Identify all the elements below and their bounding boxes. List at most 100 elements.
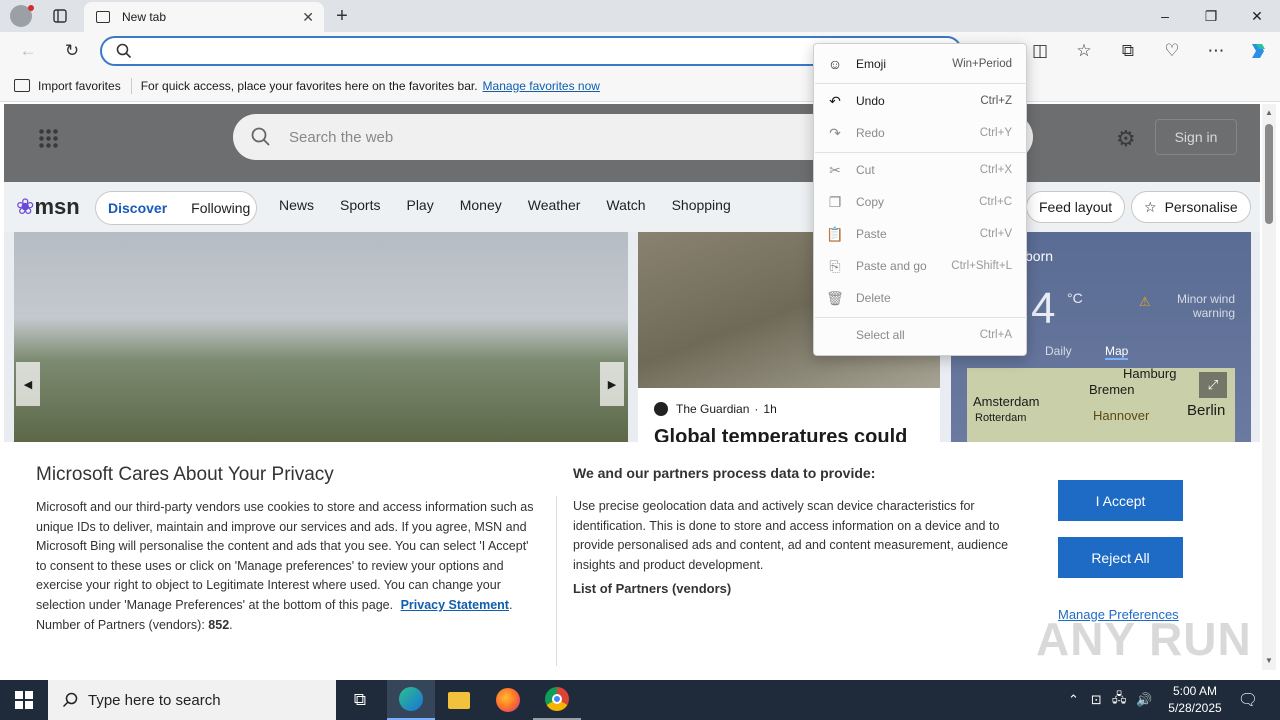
cut-icon: ✂: [829, 161, 841, 178]
copilot-button[interactable]: [1242, 35, 1274, 67]
notification-dot: [28, 5, 34, 11]
partners-count: 852: [208, 617, 230, 632]
menu-item-emoji[interactable]: ☺ Emoji Win+Period: [814, 49, 1026, 79]
menu-label: Delete: [856, 291, 891, 305]
firefox-icon[interactable]: [484, 680, 532, 720]
personalise-icon: ☆: [1144, 198, 1157, 215]
sign-in-button[interactable]: Sign in: [1155, 119, 1237, 155]
context-menu: ☺ Emoji Win+Period ↶ Undo Ctrl+Z ↷ Redo Ctrl+Y…: [813, 43, 1027, 356]
import-favorites-icon[interactable]: [14, 79, 30, 92]
privacy-statement-link[interactable]: Privacy Statement: [401, 598, 509, 612]
msn-header: Search the web ⚙ Sign in: [4, 104, 1260, 182]
privacy-title: Microsoft Cares About Your Privacy: [36, 464, 334, 485]
nav-money[interactable]: Money: [460, 197, 502, 213]
close-tab-icon[interactable]: ✕: [302, 9, 314, 26]
weather-map[interactable]: Hamburg Bremen Amsterdam Rotterdam Hanno…: [967, 366, 1235, 448]
menu-item-copy[interactable]: ❐ Copy Ctrl+C: [814, 187, 1026, 217]
list-of-partners-link[interactable]: List of Partners (vendors): [573, 579, 731, 599]
apps-grid-icon[interactable]: [38, 128, 58, 148]
source-dot: ·: [754, 402, 759, 416]
network-icon[interactable]: 🖧: [1112, 689, 1127, 711]
privacy-body-text: Microsoft and our third-party vendors us…: [36, 500, 534, 612]
manage-favorites-link[interactable]: Manage favorites now: [483, 79, 600, 93]
weather-location[interactable]: born: [1025, 248, 1053, 264]
system-tray: ⌃ ⊡ 🖧 🔊: [1068, 680, 1153, 720]
chrome-icon[interactable]: [533, 680, 581, 720]
refresh-button[interactable]: ↻: [56, 35, 88, 67]
tray-chevron-icon[interactable]: ⌃: [1068, 692, 1079, 708]
map-label-hannover: Hannover: [1093, 408, 1150, 423]
volume-icon[interactable]: 🔊: [1136, 692, 1152, 708]
menu-item-paste-and-go[interactable]: ⎘ Paste and go Ctrl+Shift+L: [814, 251, 1026, 281]
menu-label: Undo: [856, 94, 885, 108]
personalise-button[interactable]: ☆ Personalise: [1131, 191, 1251, 223]
partners-label: Number of Partners (vendors):: [36, 617, 205, 632]
new-tab-button[interactable]: +: [330, 4, 354, 28]
menu-label: Paste: [856, 227, 887, 241]
menu-item-redo[interactable]: ↷ Redo Ctrl+Y: [814, 118, 1026, 148]
carousel-prev-button[interactable]: ◀: [16, 362, 40, 406]
file-explorer-icon[interactable]: [435, 680, 483, 720]
menu-label: Redo: [856, 126, 885, 140]
page-settings-icon[interactable]: ⚙: [1116, 126, 1136, 152]
favorites-hint: For quick access, place your favorites h…: [140, 78, 478, 93]
menu-label: Select all: [856, 328, 905, 342]
nav-shopping[interactable]: Shopping: [672, 197, 731, 213]
restore-button[interactable]: ❐: [1188, 0, 1234, 32]
feed-layout-button[interactable]: Feed layout: [1026, 191, 1126, 223]
carousel-next-button[interactable]: ▶: [600, 362, 624, 406]
expand-map-icon[interactable]: ⤢: [1199, 372, 1227, 398]
nav-news[interactable]: News: [279, 197, 314, 213]
split-screen-button[interactable]: ◫: [1024, 35, 1056, 67]
task-view-icon[interactable]: ⧉: [336, 680, 384, 720]
nav-watch[interactable]: Watch: [606, 197, 645, 213]
period: .: [508, 597, 513, 612]
page-scrollbar[interactable]: ▲ ▼: [1262, 104, 1276, 670]
menu-item-cut[interactable]: ✂ Cut Ctrl+X: [814, 155, 1026, 185]
menu-item-delete[interactable]: 🗑 Delete: [814, 283, 1026, 313]
msn-logo[interactable]: ❀msn: [16, 194, 86, 220]
start-button[interactable]: [0, 680, 48, 720]
minimize-button[interactable]: –: [1142, 0, 1188, 32]
folder-icon: [448, 691, 470, 709]
hero-image-card[interactable]: ◀ ▶: [14, 232, 628, 447]
web-search-icon: [251, 127, 270, 146]
tab-daily[interactable]: Daily: [1045, 344, 1072, 358]
news-time: 1h: [763, 402, 777, 416]
menu-item-paste[interactable]: 📋 Paste Ctrl+V: [814, 219, 1026, 249]
reject-all-button[interactable]: Reject All: [1058, 537, 1183, 578]
browser-essentials-button[interactable]: ♡: [1156, 35, 1188, 67]
favorites-button[interactable]: ☆: [1068, 35, 1100, 67]
nav-play[interactable]: Play: [406, 197, 433, 213]
nav-sports[interactable]: Sports: [340, 197, 380, 213]
tab-following[interactable]: Following: [191, 200, 250, 216]
notification-center-icon[interactable]: 🗨: [1234, 680, 1262, 720]
taskbar-search-placeholder: Type here to search: [88, 691, 221, 709]
menu-shortcut: Ctrl+Shift+L: [951, 260, 1012, 272]
import-favorites-label[interactable]: Import favorites: [38, 79, 121, 93]
accept-button[interactable]: I Accept: [1058, 480, 1183, 521]
collections-button[interactable]: ⧉: [1112, 35, 1144, 67]
tab-new-tab[interactable]: New tab ✕: [84, 2, 324, 32]
settings-more-button[interactable]: ⋯: [1200, 35, 1232, 67]
menu-item-undo[interactable]: ↶ Undo Ctrl+Z: [814, 86, 1026, 116]
back-button[interactable]: ←: [12, 35, 44, 67]
tab-discover[interactable]: Discover: [108, 200, 167, 216]
weather-warning[interactable]: Minor wind warning: [1155, 292, 1235, 320]
menu-separator: [815, 317, 1027, 318]
menu-item-select-all[interactable]: Select all Ctrl+A: [814, 320, 1026, 350]
menu-shortcut: Win+Period: [952, 58, 1012, 70]
nav-weather[interactable]: Weather: [528, 197, 581, 213]
map-label-bremen: Bremen: [1089, 382, 1135, 397]
address-input[interactable]: [140, 43, 920, 59]
edge-taskbar-icon[interactable]: [387, 680, 435, 720]
tab-actions-icon[interactable]: [48, 6, 72, 26]
scroll-down-arrow[interactable]: ▼: [1265, 656, 1273, 665]
scroll-up-arrow[interactable]: ▲: [1265, 108, 1273, 117]
clock[interactable]: 5:00 AM 5/28/2025: [1160, 683, 1230, 717]
scroll-thumb[interactable]: [1265, 124, 1273, 224]
tab-map[interactable]: Map: [1105, 344, 1129, 360]
tray-app-icon[interactable]: ⊡: [1091, 692, 1102, 708]
taskbar-search[interactable]: Type here to search: [48, 680, 336, 720]
close-window-button[interactable]: ✕: [1234, 0, 1280, 32]
